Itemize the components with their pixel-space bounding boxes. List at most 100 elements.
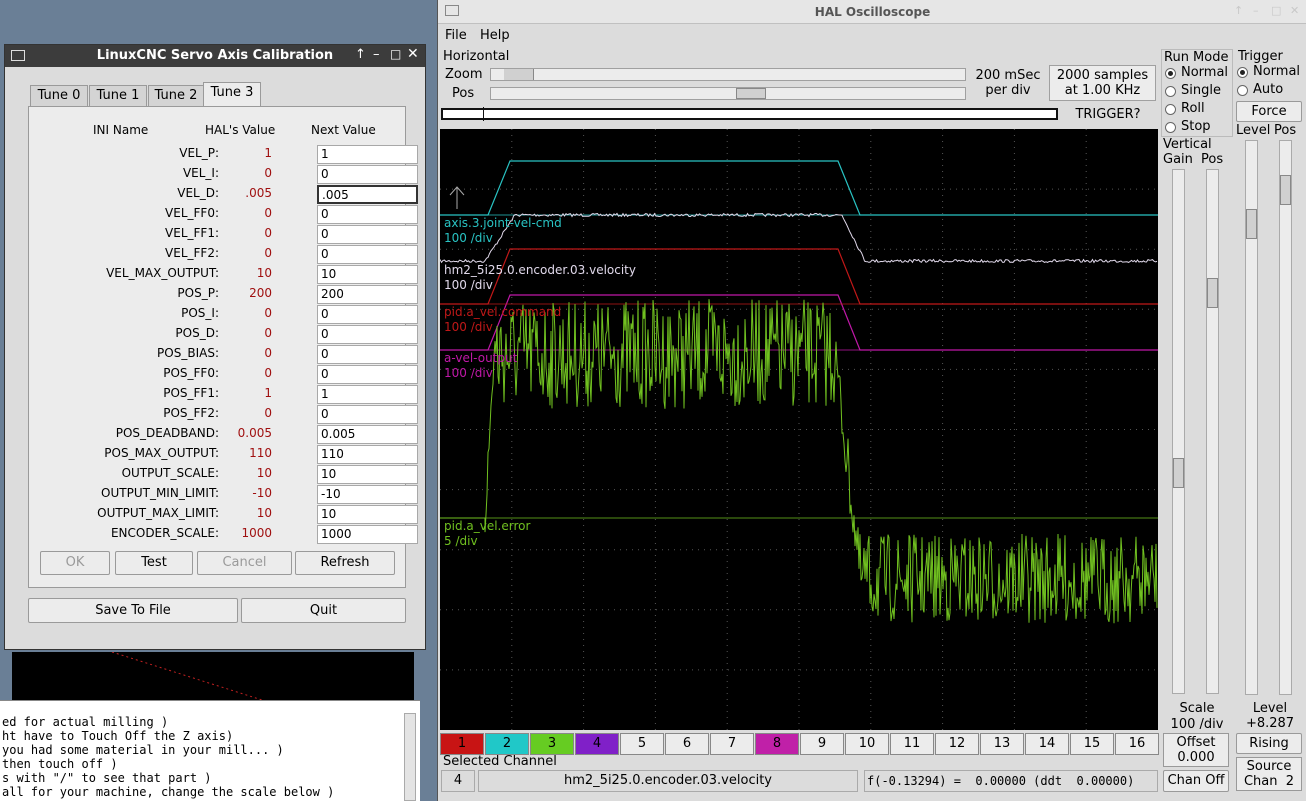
menu-help[interactable]: Help [480,28,510,43]
vertical-pos-slider[interactable] [1206,169,1219,694]
tab-tune-2[interactable]: Tune 2 [148,85,204,107]
radio-icon[interactable] [1165,122,1176,133]
trigger-level-handle[interactable] [1246,209,1257,239]
trigger-pos-slider[interactable] [1279,140,1292,695]
scope-display[interactable]: axis.3.joint-vel-cmd 100 /div hm2_5i25.0.e… [440,129,1158,730]
zoom-label: Zoom [445,67,483,82]
channel-button-1[interactable]: 1 [440,733,484,755]
param-hal-value: 0 [264,206,272,220]
trigger-source-button[interactable]: Source Chan 2 [1236,757,1302,791]
gain-slider-handle[interactable] [1173,458,1184,488]
minimize-icon[interactable]: – [1253,4,1259,17]
param-next-value-input[interactable]: 1 [317,385,418,404]
trigger-pos-handle[interactable] [1280,175,1291,205]
selected-channel-name[interactable]: hm2_5i25.0.encoder.03.velocity [478,770,858,792]
param-next-value-input[interactable]: 0.005 [317,425,418,444]
run-mode-normal[interactable]: Normal [1162,65,1232,81]
maximize-icon[interactable]: □ [390,47,401,61]
cancel-button[interactable]: Cancel [197,551,292,575]
param-next-value-input[interactable]: 110 [317,445,418,464]
channel-button-15[interactable]: 15 [1070,733,1114,755]
param-next-value-input[interactable]: 1000 [317,525,418,544]
param-next-value-input[interactable]: 0 [317,205,418,224]
param-next-value-input[interactable]: 0 [317,165,418,184]
param-next-value-input[interactable]: 1 [317,145,418,164]
force-button[interactable]: Force [1236,101,1302,122]
maximize-icon[interactable]: □ [1271,4,1281,17]
tab-tune-0[interactable]: Tune 0 [30,85,88,107]
channel-button-9[interactable]: 9 [800,733,844,755]
chan-off-button[interactable]: Chan Off [1163,770,1229,792]
radio-icon[interactable] [1165,104,1176,115]
window-menu-icon[interactable] [445,5,459,16]
run-mode-single[interactable]: Single [1162,83,1232,99]
terminal-scrollbar[interactable] [404,713,416,801]
trigger-level-value: +8.287 [1245,716,1295,731]
tab-tune-1[interactable]: Tune 1 [89,85,147,107]
radio-icon[interactable] [1165,86,1176,97]
param-next-value-input[interactable]: 0 [317,345,418,364]
param-hal-value: 1 [264,146,272,160]
pin-icon[interactable]: ↑ [1234,4,1243,17]
param-next-value-input[interactable]: -10 [317,485,418,504]
minimize-icon[interactable]: – [373,47,380,62]
samples-button[interactable]: 2000 samples at 1.00 KHz [1049,65,1156,101]
radio-icon[interactable] [1237,85,1248,96]
trigger-mode-auto[interactable]: Auto [1234,82,1304,98]
channel-button-12[interactable]: 12 [935,733,979,755]
vertical-pos-slider-handle[interactable] [1207,278,1218,308]
calibration-window: LinuxCNC Servo Axis Calibration ↑ – □ ✕ … [4,44,426,650]
channel-button-3[interactable]: 3 [530,733,574,755]
menu-file[interactable]: File [445,28,467,43]
channel-button-13[interactable]: 13 [980,733,1024,755]
zoom-slider-handle[interactable] [504,69,534,80]
window-menu-icon[interactable] [11,50,25,61]
param-next-value-input[interactable]: 0 [317,365,418,384]
trigger-mode-normal[interactable]: Normal [1234,64,1304,80]
scale-label: Scale [1179,701,1215,716]
trace-scale: 100 /div [444,320,493,334]
param-next-value-input[interactable]: 200 [317,285,418,304]
channel-button-2[interactable]: 2 [485,733,529,755]
trigger-edge-button[interactable]: Rising [1236,733,1302,754]
channel-button-10[interactable]: 10 [845,733,889,755]
pos-slider[interactable] [490,87,966,100]
channel-button-4[interactable]: 4 [575,733,619,755]
refresh-button[interactable]: Refresh [295,551,395,575]
channel-button-6[interactable]: 6 [665,733,709,755]
zoom-slider[interactable] [490,68,966,81]
pos-slider-handle[interactable] [736,88,766,99]
param-next-value-input[interactable]: 10 [317,265,418,284]
channel-button-16[interactable]: 16 [1115,733,1159,755]
timebase-value: 200 mSec [975,68,1041,83]
param-next-value-input[interactable]: .005 [317,185,418,204]
param-next-value-input[interactable]: 0 [317,325,418,344]
close-icon[interactable]: ✕ [1290,4,1299,17]
test-button[interactable]: Test [115,551,193,575]
tab-tune-3[interactable]: Tune 3 [203,82,261,107]
radio-icon[interactable] [1237,67,1248,78]
channel-button-14[interactable]: 14 [1025,733,1069,755]
param-next-value-input[interactable]: 0 [317,405,418,424]
ok-button[interactable]: OK [40,551,110,575]
offset-button[interactable]: Offset 0.000 [1163,733,1229,767]
channel-button-8[interactable]: 8 [755,733,799,755]
run-mode-roll[interactable]: Roll [1162,101,1232,117]
param-next-value-input[interactable]: 0 [317,245,418,264]
channel-button-11[interactable]: 11 [890,733,934,755]
save-to-file-button[interactable]: Save To File [28,598,238,623]
pin-icon[interactable]: ↑ [355,47,366,62]
gain-slider[interactable] [1172,169,1185,694]
run-mode-stop[interactable]: Stop [1162,119,1232,135]
param-next-value-input[interactable]: 0 [317,225,418,244]
channel-button-7[interactable]: 7 [710,733,754,755]
trigger-level-slider[interactable] [1245,140,1258,695]
close-icon[interactable]: ✕ [407,46,419,62]
param-next-value-input[interactable]: 0 [317,305,418,324]
radio-icon[interactable] [1165,68,1176,79]
param-next-value-input[interactable]: 10 [317,465,418,484]
trace-scale: 5 /div [444,534,478,548]
channel-button-5[interactable]: 5 [620,733,664,755]
quit-button[interactable]: Quit [241,598,406,623]
param-next-value-input[interactable]: 10 [317,505,418,524]
